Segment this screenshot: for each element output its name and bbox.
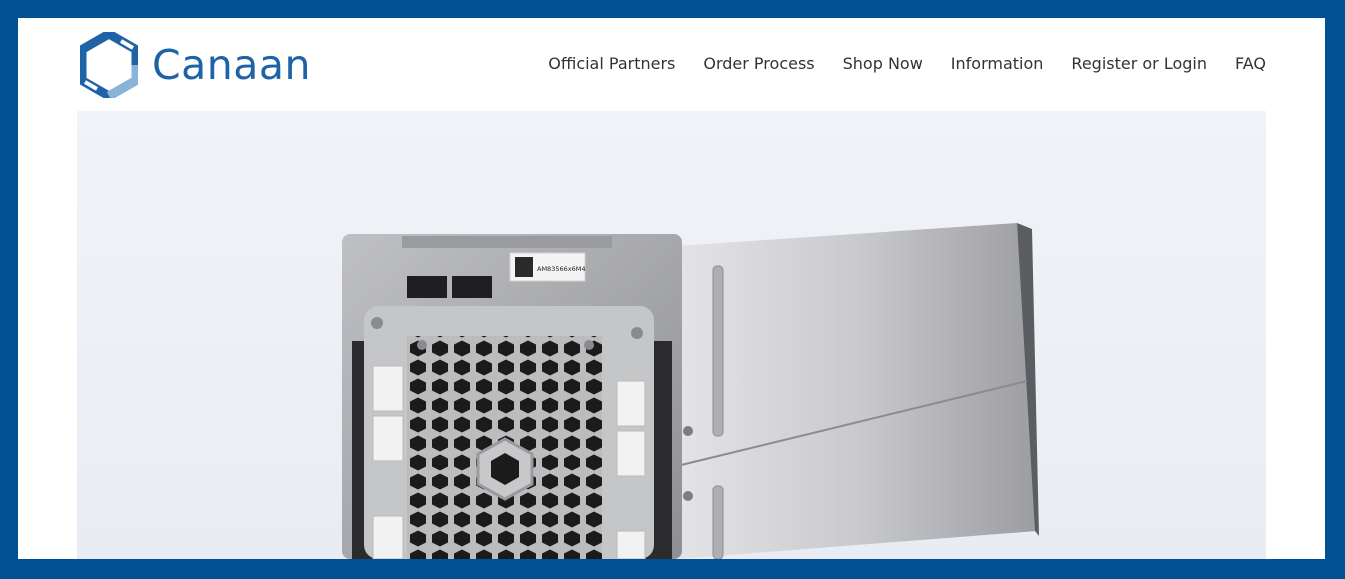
hero-image: AM83566x6M4: [77, 111, 1266, 559]
miner-product-image: AM83566x6M4: [77, 111, 1266, 559]
main-nav: Official Partners Order Process Shop Now…: [548, 53, 1266, 75]
site-header: Canaan Official Partners Order Process S…: [18, 18, 1325, 111]
hexagon-logo-icon: [80, 32, 138, 98]
page-container: Canaan Official Partners Order Process S…: [18, 18, 1325, 559]
nav-official-partners[interactable]: Official Partners: [548, 53, 675, 75]
brand-logo[interactable]: Canaan: [80, 32, 311, 98]
nav-order-process[interactable]: Order Process: [703, 53, 814, 75]
nav-faq[interactable]: FAQ: [1235, 53, 1266, 75]
nav-information[interactable]: Information: [951, 53, 1044, 75]
nav-register-or-login[interactable]: Register or Login: [1071, 53, 1207, 75]
device-label: AM83566x6M4: [537, 265, 585, 273]
nav-shop-now[interactable]: Shop Now: [843, 53, 923, 75]
brand-name: Canaan: [152, 40, 311, 89]
